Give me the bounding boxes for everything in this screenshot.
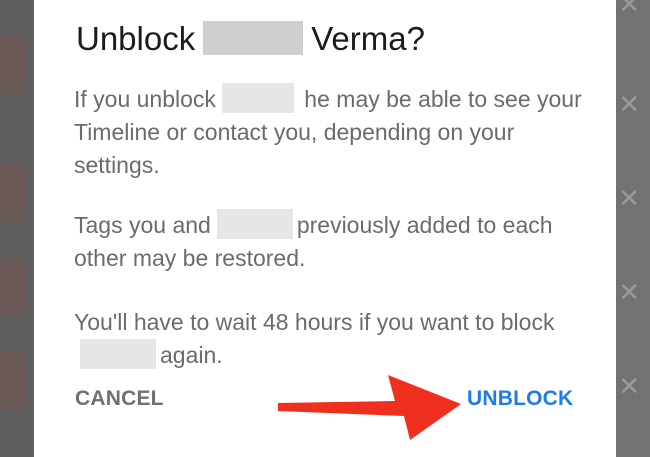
background-thumbnail: [0, 352, 26, 410]
dialog-title: Unblock Verma?: [76, 20, 425, 58]
background-right-strip: ✕ ✕ ✕ ✕ ✕: [616, 0, 650, 457]
close-icon: ✕: [618, 372, 640, 402]
close-icon: ✕: [618, 184, 640, 214]
background-thumbnail: [0, 164, 26, 222]
unblock-button[interactable]: UNBLOCK: [467, 387, 573, 411]
background-thumbnail: [0, 36, 26, 94]
redacted-name: [216, 208, 293, 239]
wait-info-paragraph: You'll have to wait 48 hours if you want…: [74, 306, 594, 372]
paragraph-text: Tags you and: [74, 212, 211, 238]
paragraph-text: again.: [160, 342, 223, 368]
close-icon: ✕: [618, 278, 640, 308]
redacted-name: [80, 338, 156, 369]
background-left-strip: [0, 0, 34, 457]
tags-info-paragraph: Tags you and previously added to each oth…: [74, 208, 594, 275]
unblock-dialog: Unblock Verma? If you unblock he may be a…: [34, 0, 616, 457]
redacted-name: [221, 82, 294, 113]
dialog-title-prefix: Unblock: [76, 20, 196, 57]
close-icon: ✕: [618, 90, 640, 120]
cancel-button[interactable]: CANCEL: [75, 387, 164, 411]
paragraph-text: If you unblock: [74, 86, 216, 112]
paragraph-text: You'll have to wait 48 hours if you want…: [74, 309, 555, 335]
close-icon: ✕: [618, 0, 640, 20]
dialog-title-suffix: Verma?: [311, 20, 425, 57]
background-thumbnail: [0, 258, 26, 316]
unblock-info-paragraph: If you unblock he may be able to see you…: [74, 82, 594, 182]
redacted-name: [203, 21, 304, 56]
